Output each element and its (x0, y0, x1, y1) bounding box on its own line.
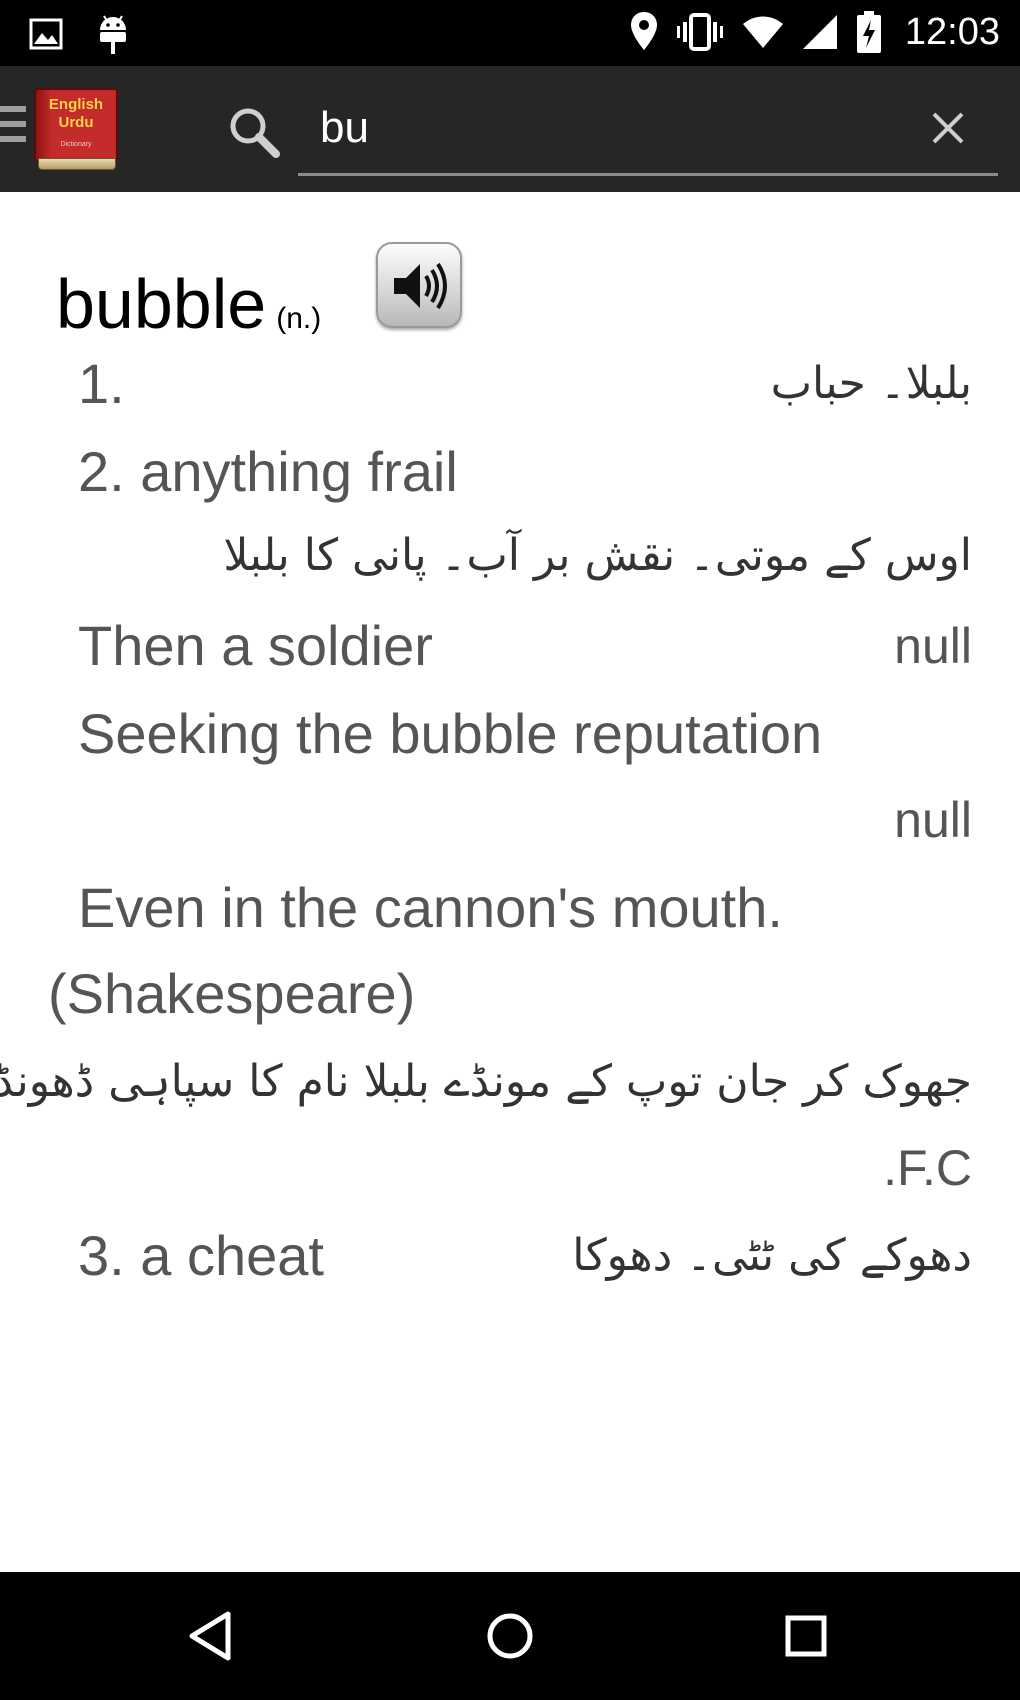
search-icon[interactable] (226, 104, 282, 160)
logo-line2: Urdu (58, 114, 94, 131)
clear-icon[interactable] (928, 108, 968, 148)
definition-en: 2. anything frail (78, 440, 458, 503)
example-note: null (894, 792, 972, 848)
navigation-bar (0, 1572, 1020, 1700)
app-logo[interactable]: English Urdu Dictionary (34, 88, 118, 170)
example-note: .F.C (883, 1140, 972, 1196)
example-line: .F.C (78, 1128, 972, 1208)
definition-line: 1. بلبلا۔ حباب (78, 344, 972, 424)
example-en: Then a soldier (78, 614, 433, 677)
definition-ur: دھوکے کی ٹٹی۔ دھوکا (572, 1230, 972, 1281)
example-en: (Shakespeare) (48, 962, 416, 1025)
android-icon (100, 15, 126, 54)
part-of-speech: (n.) (276, 302, 322, 335)
example-ur: جھوک کر جان توپ کے مونڈے بلبلا نام کا سپ… (0, 1056, 972, 1107)
definition-line: اوس کے موتی۔ نقش بر آب۔ پانی کا بلبلا (40, 516, 972, 596)
image-icon (29, 18, 63, 50)
vibrate-icon (676, 13, 723, 51)
signal-icon (802, 15, 837, 49)
example-note: null (894, 618, 972, 674)
status-time: 12:03 (904, 10, 1000, 53)
example-line: Then a soldier null (78, 606, 972, 686)
search-input[interactable] (320, 100, 880, 156)
headword: bubble (56, 265, 267, 343)
status-bar: 12:03 (0, 0, 1020, 66)
definition-ur: بلبلا۔ حباب (770, 358, 972, 409)
back-icon[interactable] (182, 1604, 246, 1668)
example-en: Even in the cannon's mouth. (78, 876, 783, 939)
pronounce-button[interactable] (376, 242, 462, 328)
speaker-icon (394, 262, 447, 310)
example-line: Even in the cannon's mouth. (78, 868, 972, 948)
book-pages (38, 158, 116, 170)
word-row: bubble (n.) (56, 264, 321, 344)
example-line: null (78, 780, 972, 860)
example-line: Seeking the bubble reputation (78, 694, 972, 774)
recent-apps-icon[interactable] (774, 1604, 838, 1668)
example-attribution: (Shakespeare) (48, 954, 972, 1034)
definition-line: 3. a cheat دھوکے کی ٹٹی۔ دھوکا (78, 1216, 972, 1296)
definition-en: 1. (78, 352, 125, 415)
search-field (298, 86, 998, 176)
status-right: 12:03 (629, 10, 1000, 54)
home-icon[interactable] (478, 1604, 542, 1668)
definition-ur: اوس کے موتی۔ نقش بر آب۔ پانی کا بلبلا (223, 530, 972, 581)
wifi-icon (742, 16, 783, 48)
app-bar: English Urdu Dictionary (0, 66, 1020, 192)
dictionary-entry: bubble (n.) 1. بلبلا۔ حباب 2. anything fr… (0, 192, 1020, 1572)
battery-charging-icon (856, 11, 881, 53)
definition-en: 3. a cheat (78, 1224, 324, 1287)
example-en: Seeking the bubble reputation (78, 702, 823, 765)
menu-icon[interactable] (0, 106, 26, 150)
definition-line: 2. anything frail (78, 432, 972, 512)
logo-line3: Dictionary (60, 141, 92, 148)
location-icon (630, 12, 657, 50)
example-line: جھوک کر جان توپ کے مونڈے بلبلا نام کا سپ… (0, 1042, 972, 1122)
logo-line1: English (48, 96, 104, 113)
status-left (28, 12, 130, 56)
